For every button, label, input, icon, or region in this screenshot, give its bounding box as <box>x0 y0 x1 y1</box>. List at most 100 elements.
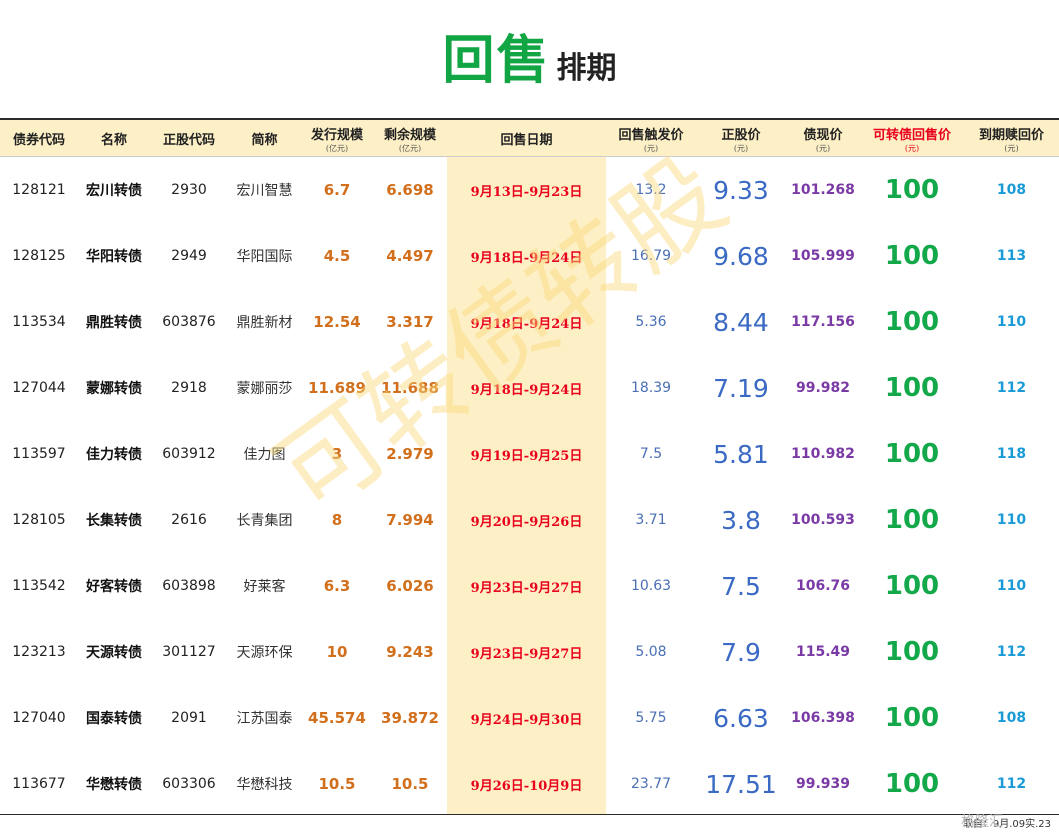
cell-stock-code: 2091 <box>171 710 207 726</box>
cell-issue-size: 4.5 <box>323 247 351 265</box>
cell-put-date: 9月23日-9月27日 <box>470 580 583 596</box>
header-unit: (元) <box>815 143 831 153</box>
cell-bond-code: 127044 <box>12 380 66 396</box>
cell-remaining-size: 6.698 <box>386 181 434 199</box>
cell-put-date: 9月18日-9月24日 <box>470 316 583 332</box>
cell-stock-code: 2930 <box>171 182 207 198</box>
cell-stock-code: 603912 <box>162 446 216 462</box>
cell-remaining-size: 11.688 <box>381 379 439 397</box>
cell-put-date: 9月18日-9月24日 <box>470 382 583 398</box>
cell-put-price: 100 <box>884 373 940 403</box>
table-bottom-border <box>0 814 1059 815</box>
table-row: 128121 宏川转债 2930 宏川智慧 6.7 6.698 9月13日-9月23日 13.… <box>0 157 1059 223</box>
header-put-date: 回售日期 <box>447 120 606 156</box>
cell-bond-name: 佳力转债 <box>86 447 142 463</box>
cell-bond-name: 国泰转债 <box>86 711 142 727</box>
cell-stock-price: 5.81 <box>713 439 769 469</box>
cell-issue-size: 3 <box>331 445 343 463</box>
cell-bond-name: 蒙娜转债 <box>86 381 142 397</box>
header-redemption-price: 到期赎回价 (元) <box>964 120 1059 156</box>
header-label: 正股代码 <box>162 132 215 148</box>
cell-bond-price: 110.982 <box>791 446 855 462</box>
header-stock-code: 正股代码 <box>150 120 228 156</box>
cell-bond-price: 115.49 <box>795 644 851 660</box>
title-sub: 排期 <box>556 51 617 86</box>
cell-stock-code: 603306 <box>162 776 216 792</box>
cell-bond-name: 华阳转债 <box>86 249 142 265</box>
cell-stock-price: 7.19 <box>713 373 769 403</box>
cell-stock-price: 8.44 <box>713 307 769 337</box>
cell-issue-size: 6.3 <box>323 577 351 595</box>
header-label: 债现价 <box>803 127 843 143</box>
cell-bond-name: 长集转债 <box>86 513 142 529</box>
table-row: 128105 长集转债 2616 长青集团 8 7.994 9月20日-9月26日 3.71 3… <box>0 487 1059 553</box>
cell-remaining-size: 39.872 <box>381 709 439 727</box>
cell-bond-price: 106.76 <box>795 578 851 594</box>
cell-bond-code: 128125 <box>12 248 66 264</box>
table-row: 113597 佳力转债 603912 佳力图 3 2.979 9月19日-9月25日 7.5 5… <box>0 421 1059 487</box>
cell-put-date: 9月23日-9月27日 <box>470 646 583 662</box>
header-unit: (元) <box>733 143 749 153</box>
cell-remaining-size: 10.5 <box>391 775 429 793</box>
cell-redemption-price: 110 <box>996 578 1027 594</box>
cell-bond-name: 华懋转债 <box>86 777 142 793</box>
cell-issue-size: 10 <box>326 643 348 661</box>
header-bond-price: 债现价 (元) <box>786 120 860 156</box>
cell-stock-price: 7.5 <box>721 571 761 601</box>
title-main: 回售 <box>442 30 551 91</box>
cell-bond-price: 100.593 <box>791 512 855 528</box>
cell-put-date: 9月13日-9月23日 <box>470 184 583 200</box>
header-label: 剩余规模 <box>383 127 436 143</box>
header-unit: (元) <box>904 143 920 153</box>
cell-put-date: 9月24日-9月30日 <box>470 712 583 728</box>
cell-stock-short-name: 华阳国际 <box>236 249 293 265</box>
cell-stock-short-name: 长青集团 <box>236 513 293 529</box>
table-row: 127040 国泰转债 2091 江苏国泰 45.574 39.872 9月24日-9月30… <box>0 685 1059 751</box>
cell-remaining-size: 7.994 <box>386 511 434 529</box>
cell-stock-short-name: 鼎胜新材 <box>236 315 293 331</box>
cell-put-price: 100 <box>884 505 940 535</box>
cell-bond-code: 113542 <box>12 578 66 594</box>
table-header: 债券代码 名称 正股代码 简称 发行规模 (亿元) 剩余规模 (亿元) 回售日期 回售触发价 (元)… <box>0 120 1059 157</box>
cell-issue-size: 11.689 <box>308 379 366 397</box>
cell-put-price: 100 <box>884 439 940 469</box>
table-row: 113677 华懋转债 603306 华懋科技 10.5 10.5 9月26日-10月9日 2… <box>0 751 1059 817</box>
cell-stock-price: 3.8 <box>721 505 761 535</box>
table-row: 123213 天源转债 301127 天源环保 10 9.243 9月23日-9月27日 5.… <box>0 619 1059 685</box>
cell-redemption-price: 108 <box>996 182 1027 198</box>
cell-put-price: 100 <box>884 769 940 799</box>
header-label: 到期赎回价 <box>978 127 1044 143</box>
page-title: 回售 排期 <box>0 18 1059 93</box>
cell-bond-code: 127040 <box>12 710 66 726</box>
cell-bond-code: 113597 <box>12 446 66 462</box>
cell-bond-code: 128121 <box>12 182 66 198</box>
cell-issue-size: 10.5 <box>318 775 356 793</box>
cell-put-trigger-price: 16.79 <box>630 248 672 264</box>
cell-put-trigger-price: 5.36 <box>635 314 667 330</box>
cell-redemption-price: 113 <box>996 248 1027 264</box>
header-bond-name: 名称 <box>78 120 150 156</box>
cell-bond-name: 鼎胜转债 <box>86 315 142 331</box>
header-label: 回售日期 <box>500 132 553 148</box>
cell-stock-code: 2616 <box>171 512 207 528</box>
header-stock-price: 正股价 (元) <box>696 120 786 156</box>
cell-issue-size: 45.574 <box>308 709 366 727</box>
cell-remaining-size: 6.026 <box>386 577 434 595</box>
header-unit: (元) <box>1004 143 1019 153</box>
cell-stock-short-name: 佳力图 <box>243 447 286 463</box>
cell-redemption-price: 110 <box>996 512 1027 528</box>
cell-bond-code: 113677 <box>12 776 66 792</box>
cell-stock-short-name: 蒙娜丽莎 <box>236 381 293 397</box>
cell-stock-price: 9.33 <box>713 175 769 205</box>
header-unit: (元) <box>643 143 659 153</box>
cell-redemption-price: 110 <box>996 314 1027 330</box>
cell-bond-price: 101.268 <box>791 182 855 198</box>
cell-remaining-size: 9.243 <box>386 643 434 661</box>
cell-issue-size: 6.7 <box>323 181 351 199</box>
cell-redemption-price: 112 <box>996 380 1027 396</box>
cell-bond-price: 99.982 <box>795 380 851 396</box>
cell-stock-short-name: 江苏国泰 <box>236 711 293 727</box>
cell-put-price: 100 <box>884 241 940 271</box>
cell-put-trigger-price: 13.2 <box>635 182 667 198</box>
header-remaining-size: 剩余规模 (亿元) <box>373 120 447 156</box>
